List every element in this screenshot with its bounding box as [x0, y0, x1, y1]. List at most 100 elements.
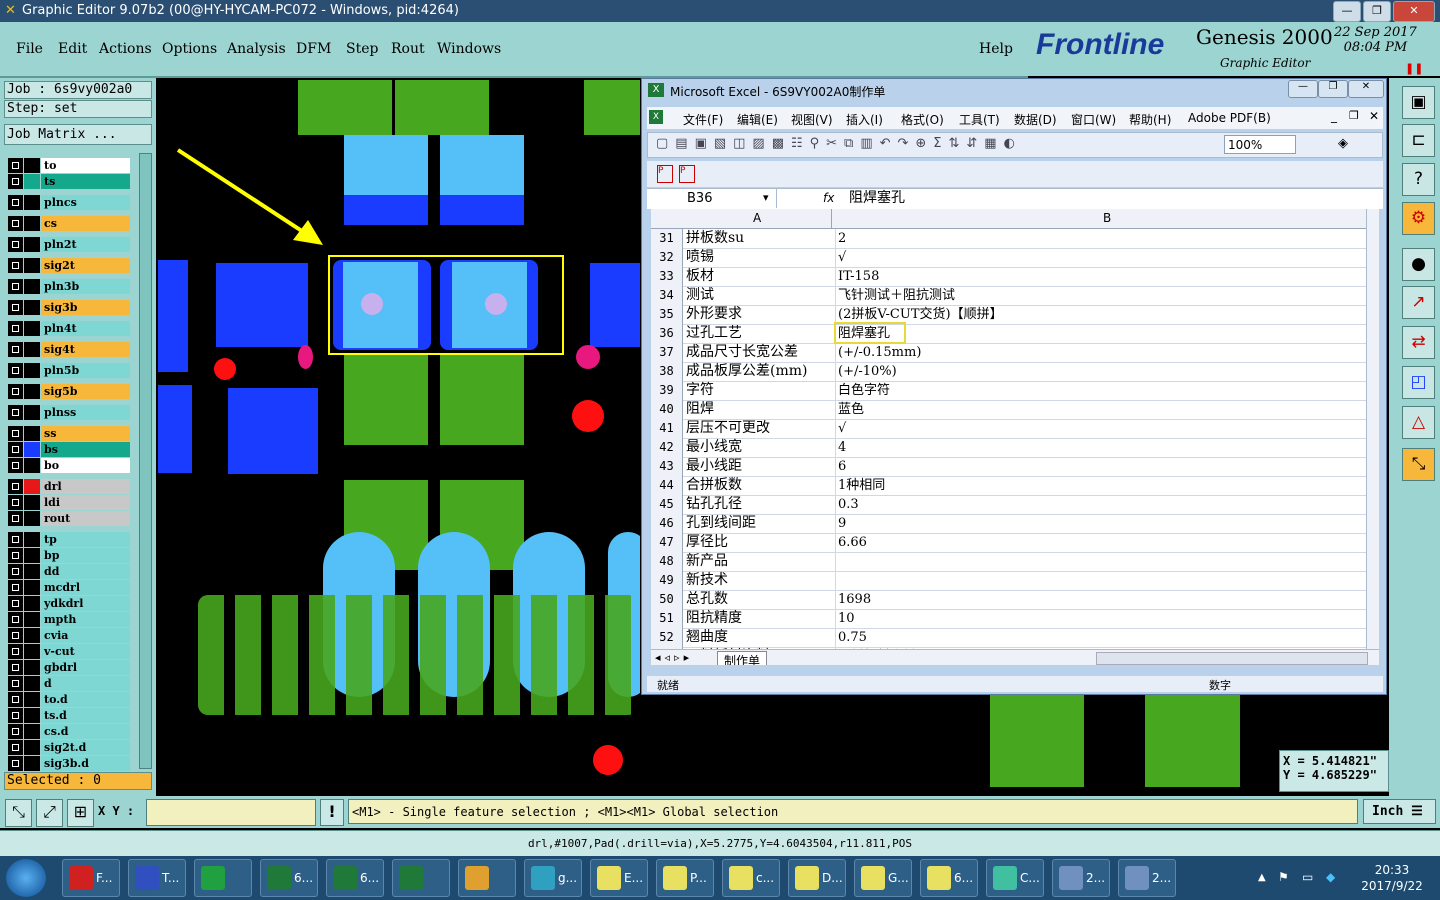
taskbar-app-button[interactable]: 2... [1118, 859, 1176, 897]
minimize-button[interactable]: — [1333, 1, 1361, 22]
layer-name[interactable]: d [41, 676, 130, 691]
grid-tool-icon[interactable]: ⊞ [67, 799, 94, 827]
help-icon[interactable]: ? [1402, 163, 1435, 196]
row-number[interactable]: 40 [651, 400, 683, 419]
excel-menu-insert[interactable]: 插入(I) [846, 111, 883, 128]
layer-checkbox[interactable] [8, 195, 23, 210]
menu-edit[interactable]: Edit [58, 41, 87, 57]
row-number[interactable]: 37 [651, 343, 683, 362]
cell-a[interactable]: 层压不可更改 [686, 419, 831, 438]
menu-dfm[interactable]: DFM [296, 41, 331, 57]
cell-b[interactable]: √ [835, 419, 1378, 438]
layer-name[interactable]: pln3b [41, 279, 130, 294]
excel-menu-data[interactable]: 数据(D) [1014, 111, 1057, 128]
graphic-compare-icon[interactable]: ◰ [1402, 366, 1435, 399]
column-header-a[interactable]: A [753, 211, 761, 225]
taskbar-app-button[interactable]: F... [62, 859, 120, 897]
row-number[interactable]: 32 [651, 248, 683, 267]
warning-icon[interactable]: ! [320, 799, 344, 826]
cell-a[interactable]: 阻焊 [686, 400, 831, 419]
cell-a[interactable]: 成品板厚公差(mm) [686, 362, 831, 381]
cell-b[interactable]: √ [835, 248, 1378, 267]
row-number[interactable]: 39 [651, 381, 683, 400]
pcb-graphic-canvas[interactable] [158, 80, 640, 792]
workbook-minimize-icon[interactable]: _ [1331, 109, 1337, 123]
cell-a[interactable]: 合拼板数 [686, 476, 831, 495]
cell-a[interactable]: 最小线宽 [686, 438, 831, 457]
layer-name[interactable]: dd [41, 564, 130, 579]
layer-checkbox[interactable] [8, 300, 23, 315]
cell-b[interactable]: 9 [835, 514, 1378, 533]
cell-b[interactable]: 阻焊塞孔 [835, 324, 1378, 343]
row-number[interactable]: 50 [651, 590, 683, 609]
layer-name[interactable]: sig2t [41, 258, 130, 273]
cell-a[interactable]: 喷锡 [686, 248, 831, 267]
row-number[interactable]: 43 [651, 457, 683, 476]
row-number[interactable]: 34 [651, 286, 683, 305]
cell-a[interactable]: 拼板数su [686, 229, 831, 248]
zoom-tool-icon[interactable]: ⤡ [5, 799, 32, 827]
row-number[interactable]: 33 [651, 267, 683, 286]
taskbar-app-button[interactable]: E... [590, 859, 648, 897]
pad-icon[interactable]: ● [1402, 248, 1435, 281]
layer-name[interactable]: cvia [41, 628, 130, 643]
excel-menu-edit[interactable]: 编辑(E) [737, 111, 778, 128]
cell-a[interactable]: 新技术 [686, 571, 831, 590]
row-number[interactable]: 45 [651, 495, 683, 514]
taskbar-app-button[interactable]: 6... [920, 859, 978, 897]
row-number[interactable]: 51 [651, 609, 683, 628]
close-button[interactable]: ✕ [1393, 1, 1435, 22]
layer-name[interactable]: ts.d [41, 708, 130, 723]
taskbar-app-button[interactable]: g... [524, 859, 582, 897]
layer-checkbox[interactable] [8, 548, 23, 563]
tray-monitor-icon[interactable]: ▭ [1302, 870, 1313, 884]
excel-menu-tools[interactable]: 工具(T) [959, 111, 1000, 128]
cell-b[interactable]: IT-158 [835, 267, 1378, 286]
tray-network-icon[interactable]: ⚑ [1278, 870, 1289, 884]
xy-input[interactable] [146, 799, 316, 826]
name-box[interactable]: B36 [647, 189, 777, 208]
layer-name[interactable]: drl [41, 479, 130, 494]
excel-vertical-scrollbar[interactable] [1366, 209, 1379, 649]
fill-color-icon[interactable]: ◈ [1338, 136, 1368, 154]
cell-b[interactable]: 白色字符 [835, 381, 1378, 400]
layer-checkbox[interactable] [8, 644, 23, 659]
snap-icon[interactable]: ⊏ [1402, 124, 1435, 157]
layer-name[interactable]: to.d [41, 692, 130, 707]
cell-a[interactable]: 板材 [686, 267, 831, 286]
pdf-mail-icon[interactable]: P [679, 165, 695, 183]
layer-checkbox[interactable] [8, 511, 23, 526]
layer-checkbox[interactable] [8, 580, 23, 595]
cell-a[interactable]: 厚径比 [686, 533, 831, 552]
workbook-restore-icon[interactable]: ❐ [1349, 109, 1359, 122]
layer-checkbox[interactable] [8, 628, 23, 643]
layer-display-icon[interactable]: ⚙ [1402, 202, 1435, 235]
taskbar-app-button[interactable]: 6... [260, 859, 318, 897]
layer-checkbox[interactable] [8, 532, 23, 547]
layer-checkbox[interactable] [8, 363, 23, 378]
cell-a[interactable]: 字符 [686, 381, 831, 400]
workbook-close-icon[interactable]: ✕ [1369, 109, 1379, 123]
layer-checkbox[interactable] [8, 279, 23, 294]
sheet-tab[interactable]: 制作单 [717, 651, 768, 665]
menu-file[interactable]: File [16, 41, 43, 57]
layer-checkbox[interactable] [8, 479, 23, 494]
layer-checkbox[interactable] [8, 426, 23, 441]
tab-nav-icon[interactable]: ◂◃▹▸ [655, 651, 693, 664]
window-toggle-icon[interactable]: ▣ [1402, 86, 1435, 119]
cell-a[interactable]: 成品尺寸长宽公差 [686, 343, 831, 362]
cell-a[interactable]: 钻孔孔径 [686, 495, 831, 514]
pan-tool-icon[interactable]: ⤢ [36, 799, 63, 827]
taskbar-app-button[interactable] [458, 859, 516, 897]
layer-name[interactable]: plnss [41, 405, 130, 420]
layer-name[interactable]: ss [41, 426, 130, 441]
taskbar-app-button[interactable]: c... [722, 859, 780, 897]
excel-menu-format[interactable]: 格式(O) [901, 111, 944, 128]
layer-checkbox[interactable] [8, 692, 23, 707]
layer-name[interactable]: ts [41, 174, 130, 189]
tray-app-icon[interactable]: ◆ [1326, 870, 1335, 884]
layer-checkbox[interactable] [8, 676, 23, 691]
outline-icon[interactable]: △ [1402, 406, 1435, 439]
measure-icon[interactable]: ↗ [1402, 286, 1435, 319]
fx-icon[interactable]: fx [823, 191, 834, 205]
